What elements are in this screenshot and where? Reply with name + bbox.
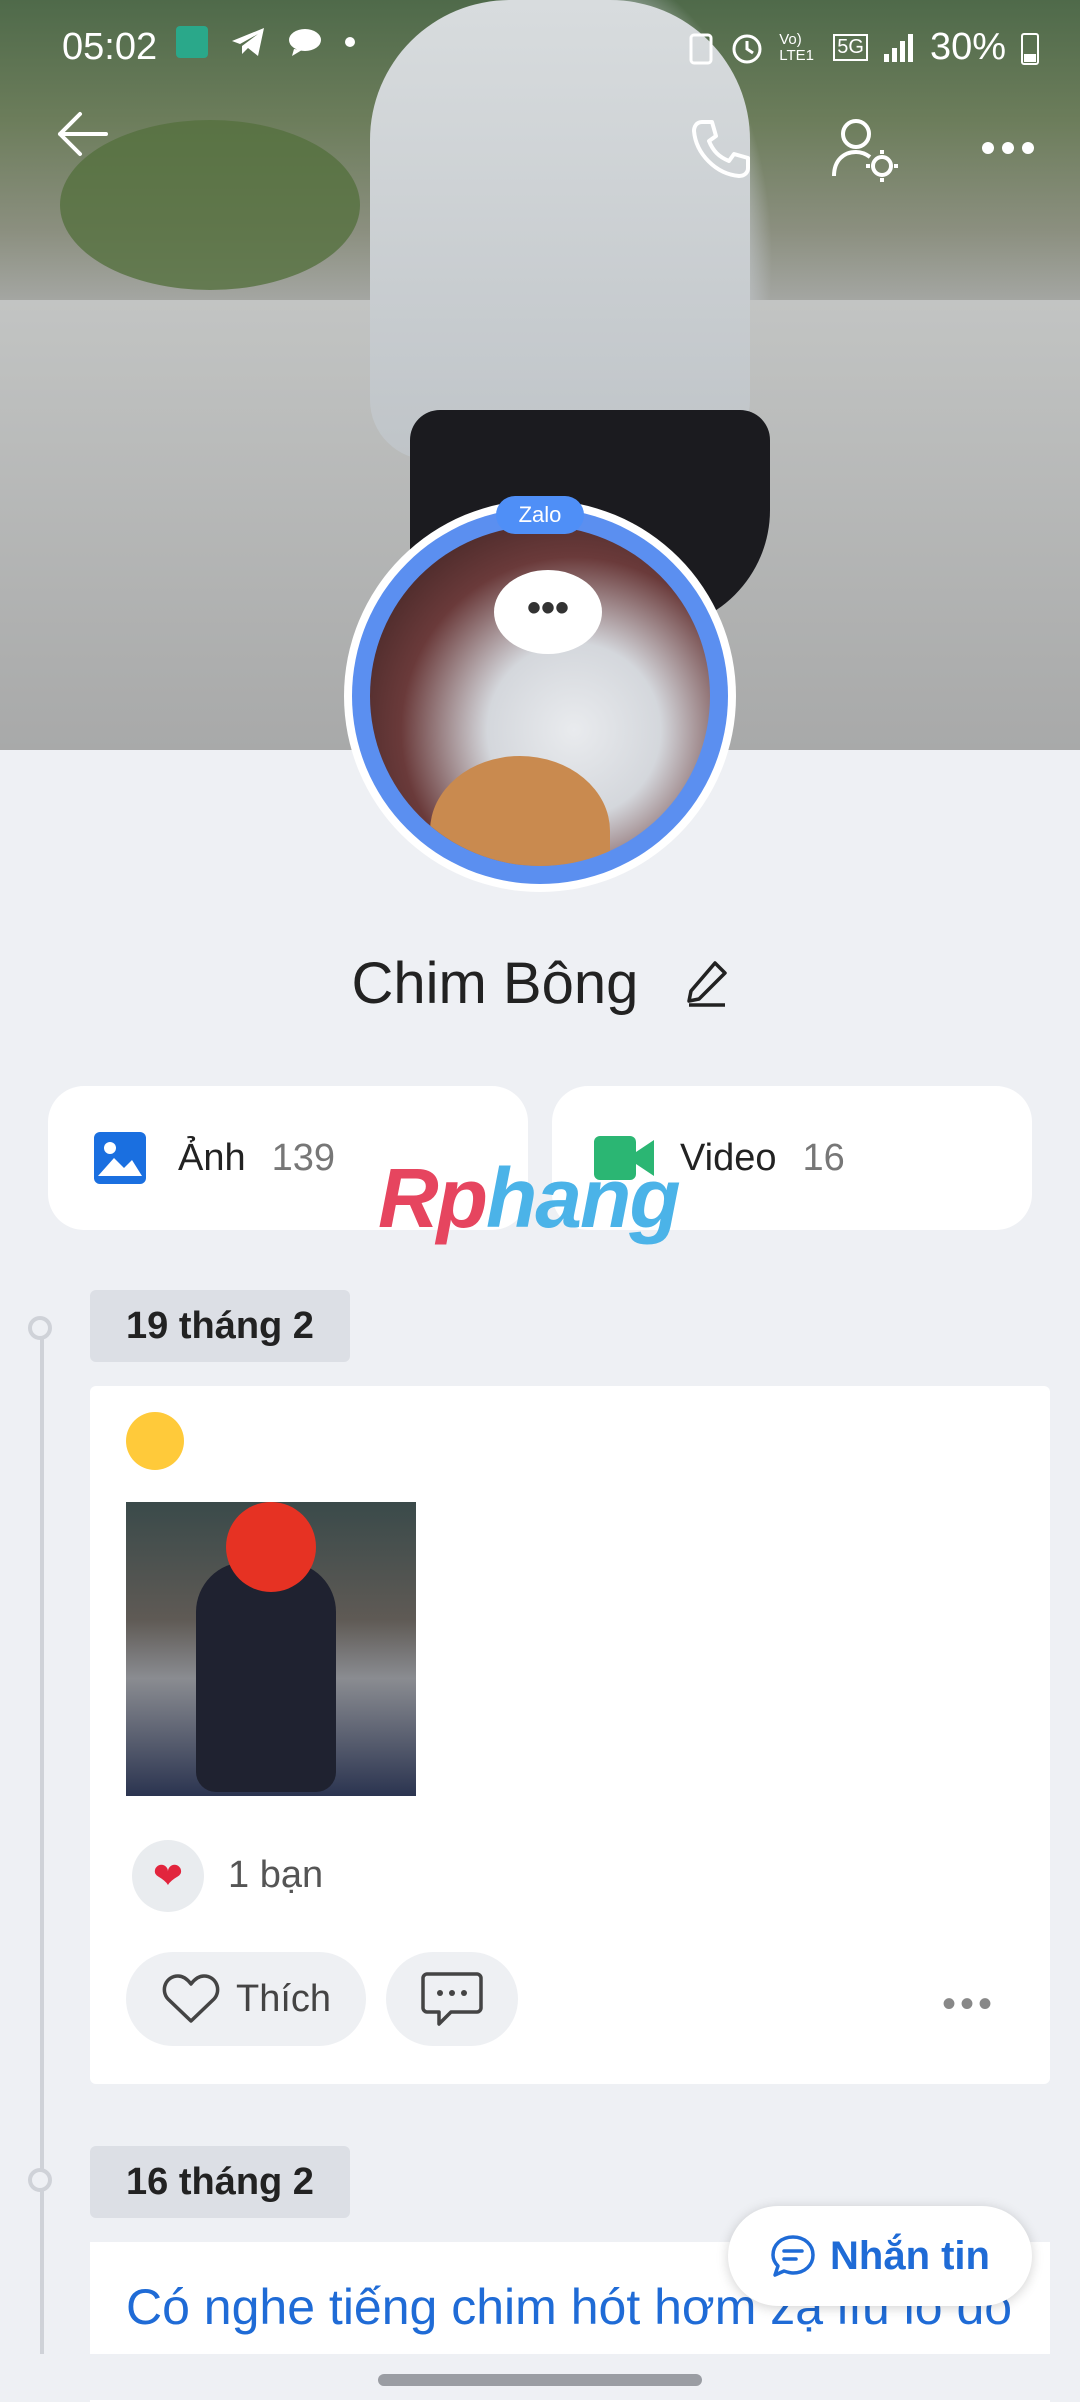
kiss-emoji-icon [126,1412,184,1470]
post-more-button[interactable]: ••• [942,1982,996,2027]
pencil-icon [686,961,727,1007]
telegram-icon [232,28,264,56]
status-right: Vo) LTE1 5G 30% [687,26,1040,69]
watermark-logo: Rphang [378,1151,681,1245]
more-horizontal-icon [982,142,1034,154]
heart-reaction-icon[interactable]: ❤ [132,1840,204,1912]
home-gesture-handle[interactable] [378,2374,702,2386]
profile-name-row: Chim Bông [0,950,1080,1021]
photos-label: Ảnh [178,1136,246,1179]
dot-icon [345,37,355,47]
phone-icon [692,120,750,178]
user-gear-icon [832,119,898,182]
post-card[interactable]: ❤ 1 bạn Thích ••• [90,1386,1050,2084]
notification-icons [176,26,356,58]
battery-icon [1021,32,1039,65]
volte-label: Vo) LTE1 [779,30,814,64]
edit-name-button[interactable] [685,954,729,1021]
photo-icon [94,1132,146,1184]
profile-name: Chim Bông [351,951,639,1016]
like-label: Thích [236,1977,332,2020]
call-button[interactable] [690,118,752,180]
timeline-line [40,1320,44,2400]
timeline-dot [28,2168,52,2192]
task-icon [176,26,208,58]
status-time: 05:02 [62,26,158,68]
message-label: Nhắn tin [830,2233,990,2278]
alarm-icon [732,34,762,63]
photo-person [196,1562,336,1792]
video-label: Video [680,1136,777,1179]
comment-icon [421,1972,483,2026]
comment-button[interactable] [386,1952,518,2046]
video-count: 16 [802,1136,845,1179]
photo-face-cover [226,1502,316,1592]
battery-percent: 30% [929,26,1006,68]
timeline-dot [28,1316,52,1340]
profile-settings-button[interactable] [830,116,900,182]
photos-count: 139 [271,1136,336,1179]
back-button[interactable] [54,110,110,158]
status-bubble[interactable]: ••• [494,570,602,654]
avatar[interactable]: Zalo ••• [344,496,736,892]
signal-icon [883,33,913,62]
arrow-left-icon [58,112,108,156]
like-button[interactable]: Thích [126,1952,366,2046]
chat-bubble-icon [771,2235,815,2277]
network-label: 5G [833,34,868,61]
bear-sticker [430,756,610,866]
zalo-badge: Zalo [496,496,584,534]
status-bar: 05:02 Vo) LTE1 5G 30% [0,0,1080,96]
message-button[interactable]: Nhắn tin [728,2206,1032,2306]
reaction-count[interactable]: 1 bạn [228,1854,323,1897]
heart-outline-icon [162,1974,220,2023]
post-photo[interactable] [126,1502,416,1796]
battery-saver-icon [689,33,713,64]
chat-icon [289,29,321,56]
post-date-chip: 19 tháng 2 [90,1290,350,1362]
more-options-button[interactable] [982,140,1034,156]
post-date-chip: 16 tháng 2 [90,2146,350,2218]
